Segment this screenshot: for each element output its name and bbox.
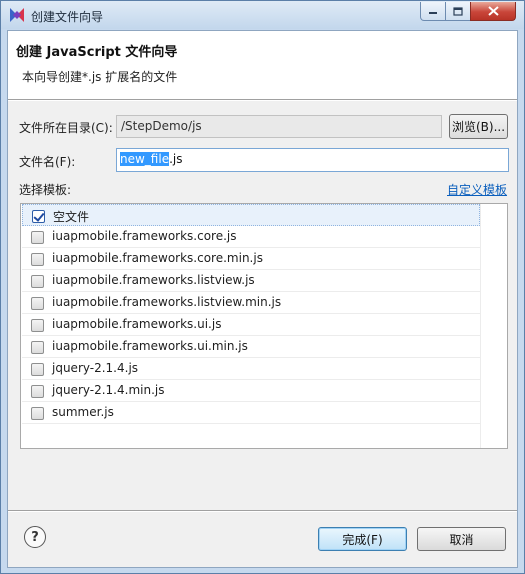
filename-input[interactable]: new_file.js <box>116 148 509 172</box>
footer-divider <box>8 510 517 512</box>
page-title: 创建 JavaScript 文件向导 <box>16 45 178 60</box>
help-icon: ? <box>31 529 39 545</box>
template-row[interactable]: 空文件 <box>22 204 480 226</box>
maximize-icon <box>453 6 463 16</box>
template-checkbox[interactable] <box>31 407 44 420</box>
wizard-header: 创建 JavaScript 文件向导 本向导创建*.js 扩展名的文件 <box>8 31 517 99</box>
wizard-body: 创建 JavaScript 文件向导 本向导创建*.js 扩展名的文件 文件所在… <box>7 30 518 568</box>
filename-selected-text: new_file <box>120 152 170 166</box>
close-button[interactable] <box>470 2 516 21</box>
maximize-button[interactable] <box>445 2 471 21</box>
template-row-label: jquery-2.1.4.min.js <box>52 383 165 397</box>
template-row-label: 空文件 <box>53 210 90 224</box>
template-row-label: iuapmobile.frameworks.core.js <box>52 229 237 243</box>
template-row[interactable]: jquery-2.1.4.js <box>22 358 480 380</box>
cancel-button[interactable]: 取消 <box>417 527 506 551</box>
help-button[interactable]: ? <box>24 526 46 548</box>
template-row[interactable]: iuapmobile.frameworks.ui.min.js <box>22 336 480 358</box>
template-row[interactable]: iuapmobile.frameworks.core.js <box>22 226 480 248</box>
template-row-label: summer.js <box>52 405 114 419</box>
list-column-divider <box>480 204 481 448</box>
template-checkbox[interactable] <box>31 363 44 376</box>
filename-label: 文件名(F): <box>19 155 76 169</box>
minimize-icon <box>429 12 437 14</box>
template-row[interactable]: summer.js <box>22 402 480 424</box>
template-list[interactable]: 空文件 iuapmobile.frameworks.core.js iuapmobi… <box>20 203 508 449</box>
title-bar[interactable]: 创建文件向导 <box>1 1 524 29</box>
template-row[interactable]: jquery-2.1.4.min.js <box>22 380 480 402</box>
browse-button[interactable]: 浏览(B)... <box>449 114 508 139</box>
minimize-button[interactable] <box>420 2 446 21</box>
template-row-label: iuapmobile.frameworks.ui.js <box>52 317 222 331</box>
template-checkbox[interactable] <box>31 297 44 310</box>
template-checkbox[interactable] <box>32 210 45 223</box>
template-row[interactable]: iuapmobile.frameworks.listview.min.js <box>22 292 480 314</box>
template-checkbox[interactable] <box>31 231 44 244</box>
custom-template-link[interactable]: 自定义模板 <box>447 181 507 198</box>
directory-field: /StepDemo/js <box>116 115 442 138</box>
close-icon <box>487 6 499 16</box>
template-row[interactable]: iuapmobile.frameworks.listview.js <box>22 270 480 292</box>
template-row[interactable]: iuapmobile.frameworks.core.min.js <box>22 248 480 270</box>
template-row[interactable]: iuapmobile.frameworks.ui.js <box>22 314 480 336</box>
template-row-label: iuapmobile.frameworks.ui.min.js <box>52 339 248 353</box>
header-divider <box>8 99 517 101</box>
template-checkbox[interactable] <box>31 319 44 332</box>
finish-button[interactable]: 完成(F) <box>318 527 407 551</box>
template-row-label: iuapmobile.frameworks.listview.min.js <box>52 295 282 309</box>
template-checkbox[interactable] <box>31 341 44 354</box>
template-label: 选择模板: <box>19 183 72 197</box>
template-row-label: iuapmobile.frameworks.core.min.js <box>52 251 263 265</box>
template-checkbox[interactable] <box>31 275 44 288</box>
template-checkbox[interactable] <box>31 385 44 398</box>
window-title: 创建文件向导 <box>31 10 104 24</box>
directory-label: 文件所在目录(C): <box>19 121 113 135</box>
template-checkbox[interactable] <box>31 253 44 266</box>
template-row-label: jquery-2.1.4.js <box>52 361 139 375</box>
wizard-app-icon <box>10 8 24 22</box>
page-description: 本向导创建*.js 扩展名的文件 <box>22 70 178 84</box>
wizard-window: 创建文件向导 创建 JavaScript 文件向导 本向导创建*.js 扩展名的… <box>0 0 525 574</box>
template-row-label: iuapmobile.frameworks.listview.js <box>52 273 255 287</box>
filename-extension-text: .js <box>169 152 183 166</box>
